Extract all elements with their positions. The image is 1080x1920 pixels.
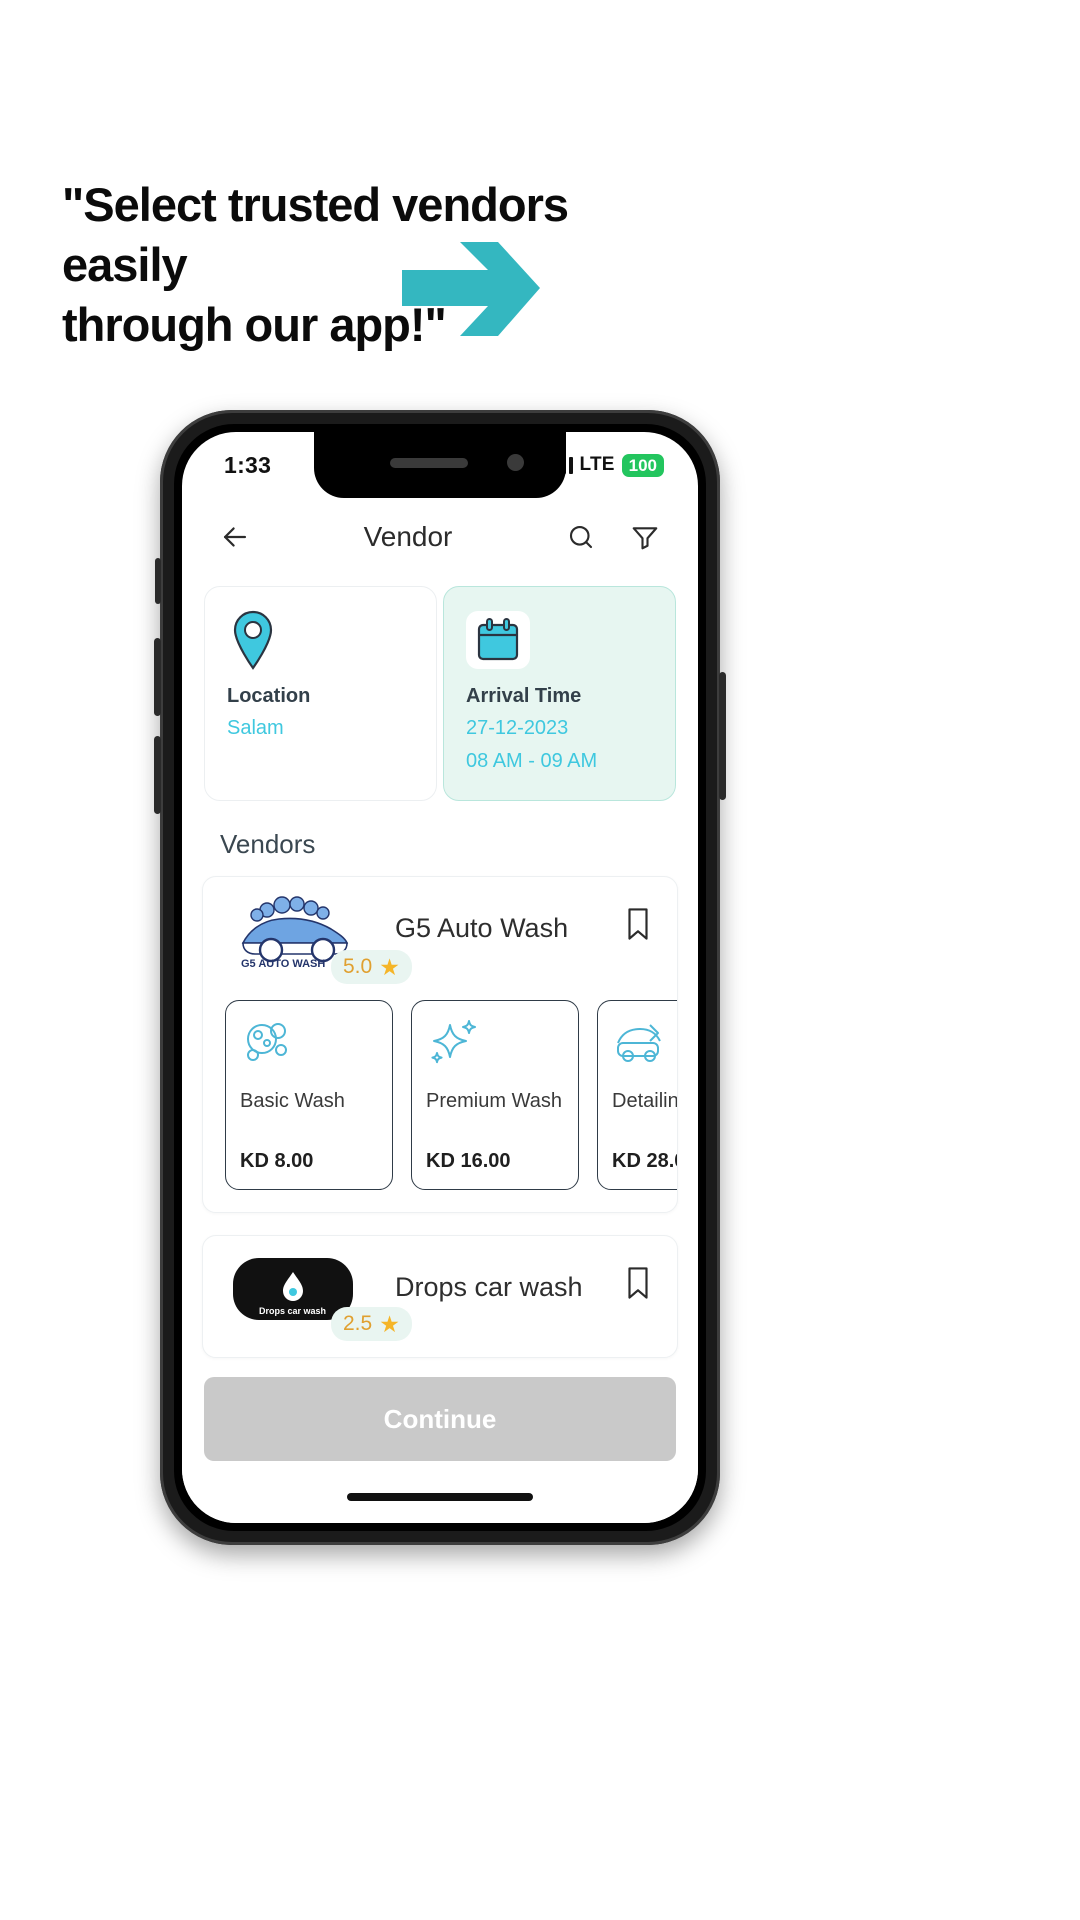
home-indicator (347, 1493, 533, 1501)
arrival-time-card[interactable]: Arrival Time 27-12-2023 08 AM - 09 AM (443, 586, 676, 801)
booking-summary-row: Location Salam Arrival Time 27-12-2023 0… (182, 576, 698, 801)
location-pin-icon (227, 609, 414, 671)
service-name: Basic Wash (240, 1090, 345, 1112)
location-value: Salam (227, 717, 284, 739)
earpiece-speaker (390, 458, 468, 468)
service-name: Detailing (612, 1090, 677, 1112)
vendor-card[interactable]: Drops car wash 2.5 ★ Drops car wash (202, 1235, 678, 1358)
phone-power-button (719, 672, 726, 800)
star-icon: ★ (379, 953, 400, 980)
vendor-services-list[interactable]: Basic Wash KD 8.00 Premium Wash KD 16.00… (203, 978, 677, 1190)
vendor-name: Drops car wash (395, 1272, 583, 1302)
front-camera-icon (507, 454, 524, 471)
phone-mockup: 1:33 LTE 100 Vendor Location Salam Arriv… (154, 410, 726, 1545)
phone-volume-up-button (154, 638, 161, 716)
vendor-card[interactable]: G5 AUTO WASH 5.0 ★ G5 Auto Wash Basic Wa… (202, 876, 678, 1213)
arrival-time-range-value: 08 AM - 09 AM (466, 750, 598, 772)
continue-bar: Continue (182, 1377, 698, 1461)
phone-volume-down-button (154, 736, 161, 814)
sparkles-icon (426, 1017, 564, 1075)
arrow-right-icon (402, 240, 542, 340)
service-price: KD 8.00 (240, 1150, 314, 1172)
arrival-icon-wrap (466, 609, 653, 671)
detailing-icon (612, 1017, 677, 1075)
svg-text:G5 AUTO WASH: G5 AUTO WASH (241, 958, 325, 970)
vendor-rating: 5.0 ★ (331, 950, 412, 984)
arrival-date-value: 27-12-2023 (466, 717, 569, 739)
filter-icon[interactable] (628, 520, 662, 554)
service-price: KD 28.00 (612, 1150, 677, 1172)
vendors-section-title: Vendors (220, 829, 316, 859)
app-body: Location Salam Arrival Time 27-12-2023 0… (182, 576, 698, 1523)
promo-page: "Select trusted vendors easily through o… (0, 0, 1080, 1920)
battery-badge: 100 (621, 453, 664, 477)
promo-headline: "Select trusted vendors easily through o… (62, 178, 569, 351)
location-label: Location (227, 685, 311, 707)
phone-mute-switch (155, 558, 161, 604)
location-card[interactable]: Location Salam (204, 586, 437, 801)
app-nav-bar: Vendor (182, 498, 698, 576)
arrival-time-label: Arrival Time (466, 685, 582, 707)
phone-screen: 1:33 LTE 100 Vendor Location Salam Arriv… (182, 432, 698, 1523)
vendor-logo-wrap: Drops car wash 2.5 ★ (227, 1254, 412, 1341)
status-indicators: LTE 100 (549, 453, 664, 477)
service-name: Premium Wash (426, 1090, 562, 1112)
star-icon: ★ (379, 1310, 400, 1337)
page-title: Vendor (363, 521, 453, 552)
nav-actions (564, 520, 662, 554)
vendor-rating: 2.5 ★ (331, 1307, 412, 1341)
service-tile[interactable]: Detailing KD 28.00 (597, 1000, 677, 1190)
vendor-header: Drops car wash 2.5 ★ Drops car wash (203, 1254, 677, 1341)
service-tile[interactable]: Basic Wash KD 8.00 (225, 1000, 393, 1190)
vendor-name: G5 Auto Wash (395, 913, 569, 943)
bubbles-icon (240, 1017, 378, 1075)
continue-button[interactable]: Continue (204, 1377, 676, 1461)
calendar-icon (466, 611, 530, 669)
bookmark-icon[interactable] (623, 1254, 653, 1305)
vendor-logo-wrap: G5 AUTO WASH 5.0 ★ (227, 895, 412, 984)
network-type-label: LTE (579, 454, 615, 475)
status-time: 1:33 (224, 451, 272, 478)
bookmark-icon[interactable] (623, 895, 653, 946)
svg-text:Drops car wash: Drops car wash (259, 1306, 326, 1316)
vendor-rating-value: 2.5 (343, 1312, 373, 1335)
vendor-rating-value: 5.0 (343, 955, 373, 978)
search-icon[interactable] (564, 520, 598, 554)
arrow-left-icon[interactable] (218, 520, 252, 554)
service-tile[interactable]: Premium Wash KD 16.00 (411, 1000, 579, 1190)
phone-bezel: 1:33 LTE 100 Vendor Location Salam Arriv… (174, 424, 706, 1531)
vendor-header: G5 AUTO WASH 5.0 ★ G5 Auto Wash (203, 895, 677, 984)
service-price: KD 16.00 (426, 1150, 511, 1172)
phone-notch (314, 432, 566, 498)
